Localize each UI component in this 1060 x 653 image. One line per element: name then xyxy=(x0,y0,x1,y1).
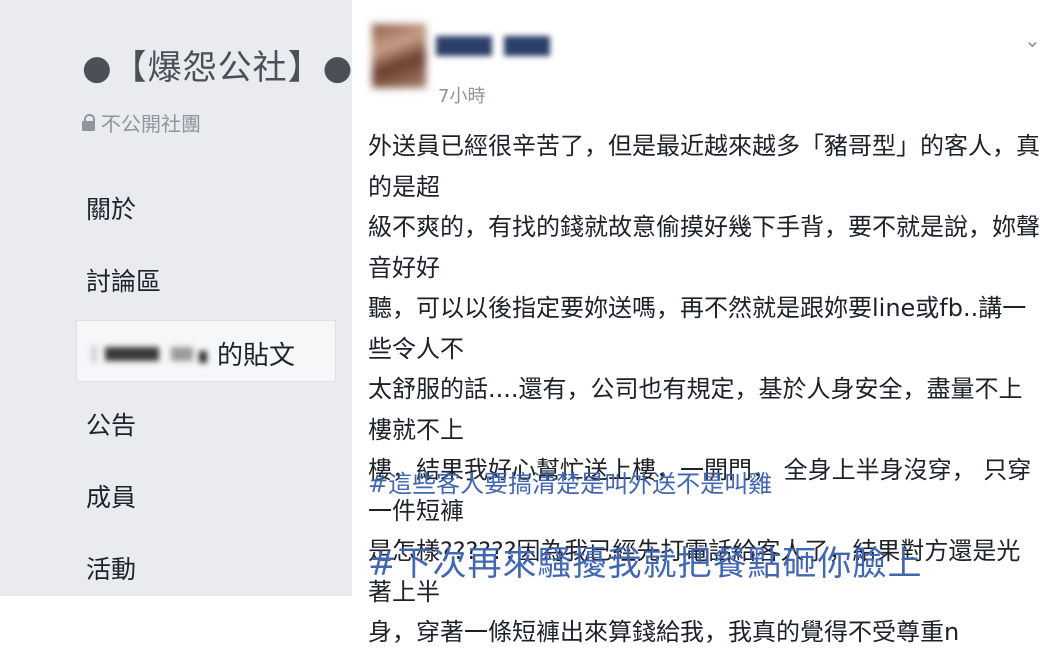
sidebar-item-discussion[interactable]: 討論區 xyxy=(86,262,161,298)
chevron-down-icon[interactable]: ⌄ xyxy=(1024,28,1041,52)
blurred-member-name xyxy=(91,339,211,367)
group-privacy: 不公開社團 xyxy=(82,108,201,137)
post-timestamp[interactable]: 7小時 xyxy=(438,82,485,108)
hashtag-link[interactable]: #這些客人要搞清楚是叫外送不是叫雞 xyxy=(368,464,772,499)
avatar[interactable] xyxy=(372,24,426,88)
hashtag-link-large[interactable]: #下次再來騷擾我就把餐點砸你臉上 xyxy=(368,536,923,585)
sidebar-item-about[interactable]: 關於 xyxy=(86,190,136,226)
privacy-label: 不公開社團 xyxy=(101,112,201,136)
sidebar-item-events[interactable]: 活動 xyxy=(86,550,136,586)
sidebar-item-member-posts[interactable]: 的貼文 xyxy=(76,320,336,382)
sidebar-item-announcements[interactable]: 公告 xyxy=(86,406,136,442)
sidebar: ●【爆怨公社】● 不公開社團 關於 討論區 的貼文 公告 成員 活動 xyxy=(0,0,352,596)
group-name[interactable]: ●【爆怨公社】● xyxy=(82,40,353,89)
lock-icon xyxy=(82,114,95,131)
post-card: 7小時 ⌄ 外送員已經很辛苦了，但是最近越來越多「豬哥型」的客人，真的是超 級不… xyxy=(352,0,1060,646)
sidebar-item-members[interactable]: 成員 xyxy=(86,478,136,514)
sidebar-item-label: 的貼文 xyxy=(217,341,296,371)
author-name-blurred[interactable] xyxy=(436,32,552,58)
